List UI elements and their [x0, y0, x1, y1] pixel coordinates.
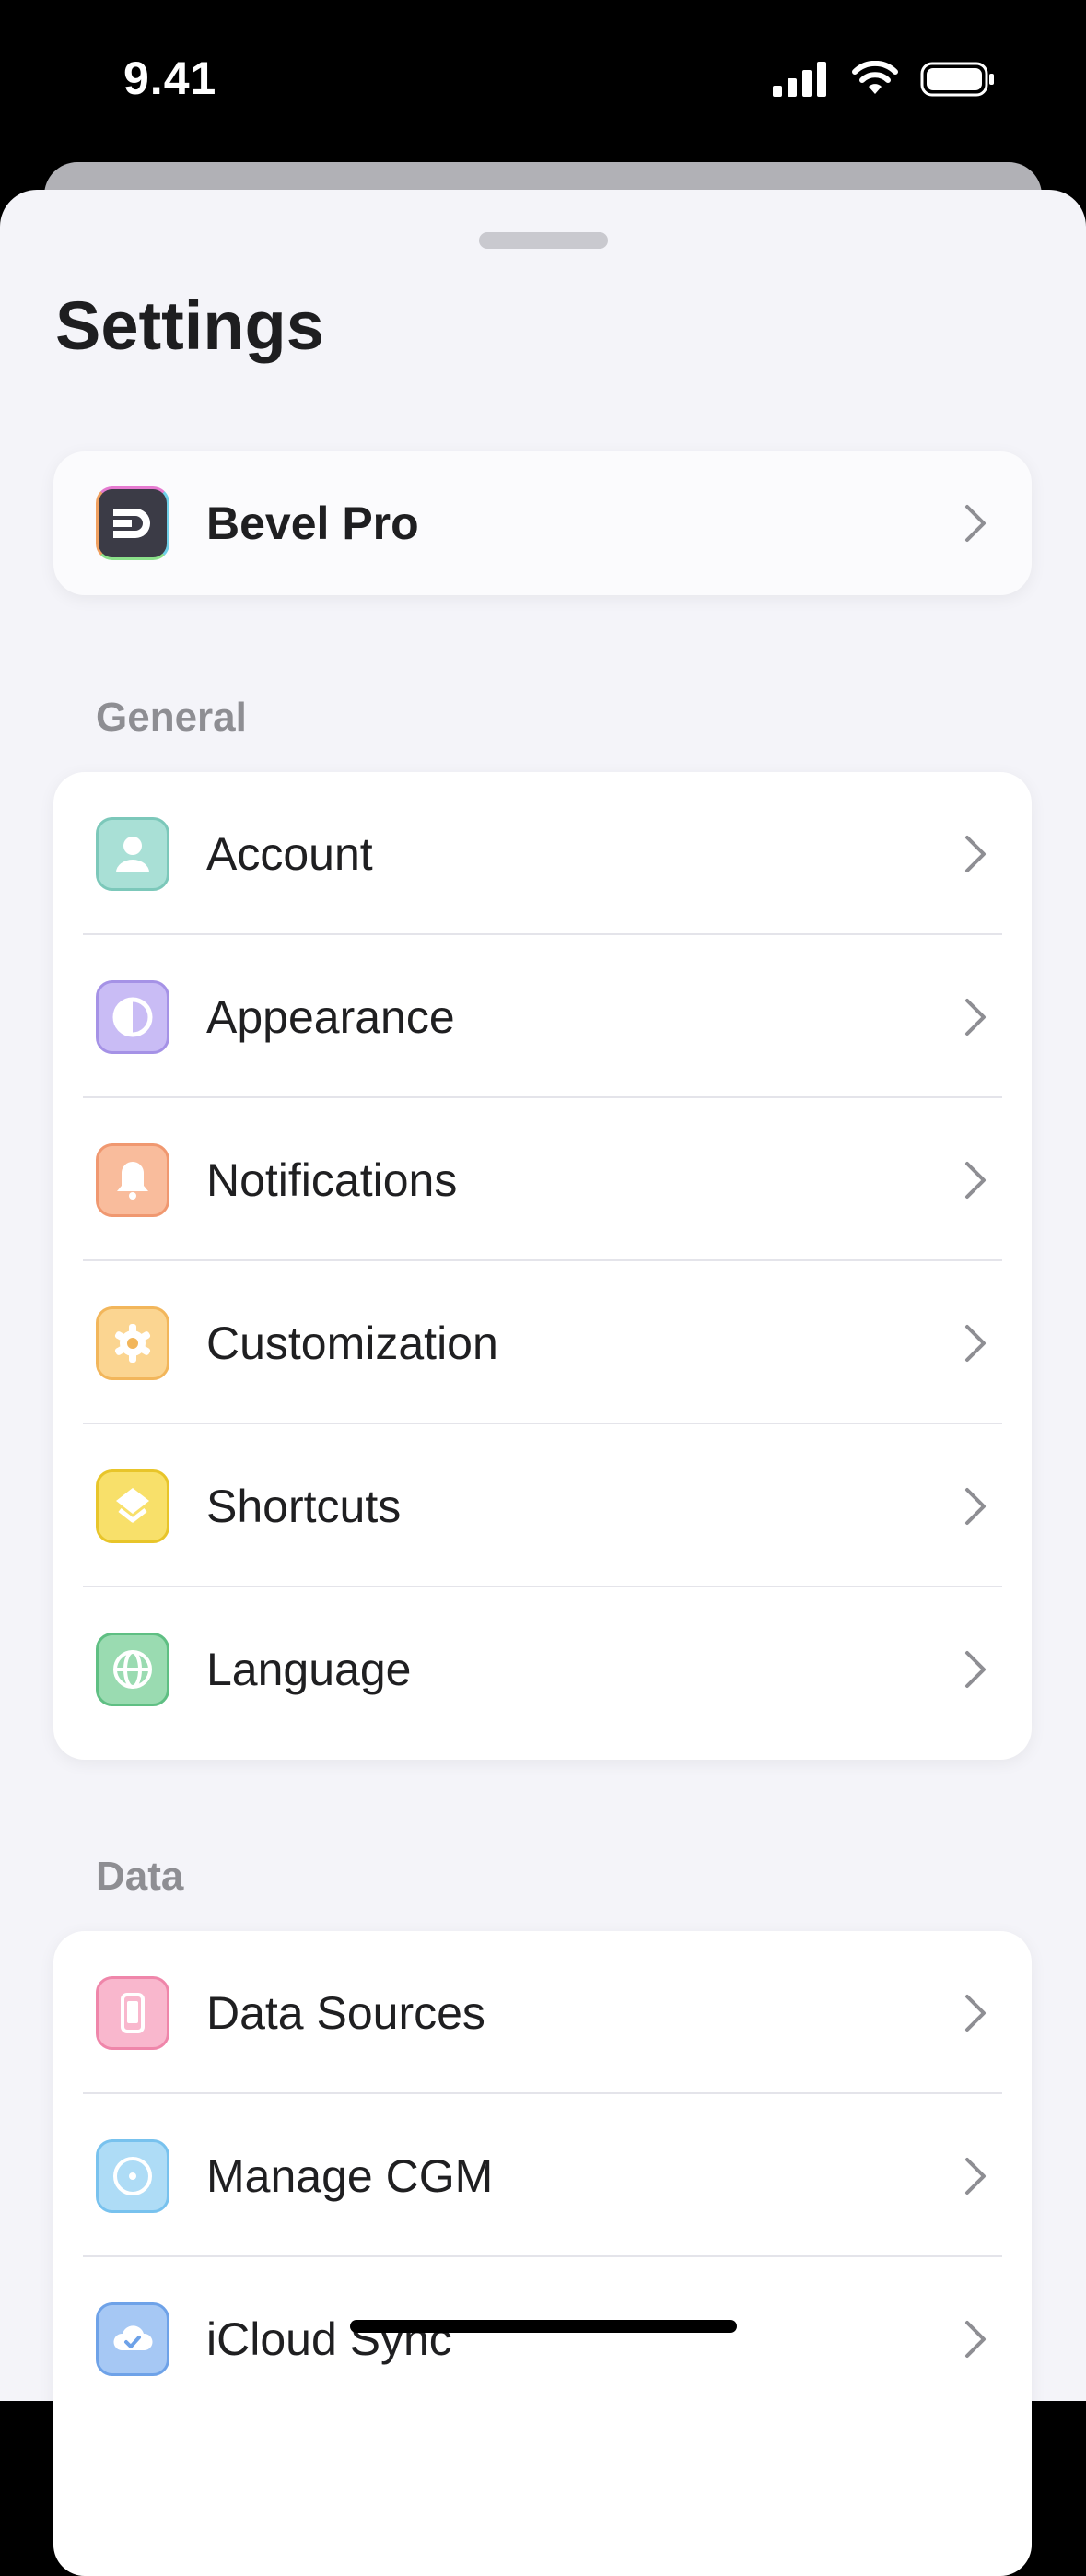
chevron-right-icon	[965, 2320, 986, 2358]
settings-row-manage-cgm[interactable]: Manage CGM	[53, 2094, 1032, 2257]
globe-icon	[96, 1632, 169, 1706]
bevel-logo-icon	[96, 486, 169, 560]
section-header-data: Data	[96, 1854, 184, 1899]
chevron-right-icon	[965, 1324, 986, 1362]
chevron-right-icon	[965, 505, 986, 542]
settings-row-appearance[interactable]: Appearance	[53, 935, 1032, 1098]
cellular-signal-icon	[773, 62, 826, 97]
settings-row-label: Data Sources	[206, 1986, 485, 2039]
chevron-right-icon	[965, 1161, 986, 1199]
home-indicator	[350, 2320, 737, 2333]
person-icon	[96, 816, 169, 891]
data-settings-card: Data Sources Manage CGM iCloud Sync	[53, 1931, 1032, 2576]
gear-icon	[96, 1306, 169, 1380]
settings-row-shortcuts[interactable]: Shortcuts	[53, 1424, 1032, 1587]
phone-icon	[96, 1975, 169, 2050]
chevron-right-icon	[965, 1650, 986, 1688]
settings-row-account[interactable]: Account	[53, 772, 1032, 935]
status-icons	[773, 61, 996, 98]
general-settings-card: Account Appearance Notifications Customi…	[53, 772, 1032, 1760]
settings-row-label: Appearance	[206, 990, 455, 1043]
chevron-right-icon	[965, 1994, 986, 2032]
bevel-pro-label: Bevel Pro	[206, 498, 419, 549]
layers-icon	[96, 1469, 169, 1543]
settings-row-label: Account	[206, 827, 373, 880]
chevron-right-icon	[965, 1487, 986, 1525]
battery-icon	[920, 62, 994, 97]
settings-row-notifications[interactable]: Notifications	[53, 1098, 1032, 1261]
half-circle-icon	[96, 979, 169, 1054]
bevel-pro-row[interactable]: Bevel Pro	[53, 451, 1032, 595]
settings-sheet: Settings Bevel Pro General Account Appea…	[0, 190, 1086, 2576]
settings-row-icloud-sync[interactable]: iCloud Sync	[53, 2257, 1032, 2420]
bell-icon	[96, 1142, 169, 1217]
settings-row-language[interactable]: Language	[53, 1587, 1032, 1751]
page-title: Settings	[55, 287, 324, 364]
section-header-general: General	[96, 695, 247, 740]
status-time: 9.41	[123, 53, 217, 104]
bevel-pro-card[interactable]: Bevel Pro	[53, 451, 1032, 595]
status-bar: 9.41	[0, 0, 1086, 161]
settings-row-data-sources[interactable]: Data Sources	[53, 1931, 1032, 2094]
settings-row-label: Customization	[206, 1317, 498, 1369]
settings-row-label: Language	[206, 1643, 412, 1695]
settings-row-label: Manage CGM	[206, 2149, 494, 2202]
sensor-icon	[96, 2138, 169, 2213]
settings-row-customization[interactable]: Customization	[53, 1261, 1032, 1424]
settings-row-label: Shortcuts	[206, 1480, 402, 1532]
sheet-grabber[interactable]	[479, 232, 608, 249]
chevron-right-icon	[965, 2157, 986, 2195]
settings-row-label: Notifications	[206, 1153, 458, 1206]
chevron-right-icon	[965, 998, 986, 1036]
cloud-check-icon	[96, 2301, 169, 2376]
chevron-right-icon	[965, 835, 986, 872]
wifi-icon	[852, 61, 898, 94]
